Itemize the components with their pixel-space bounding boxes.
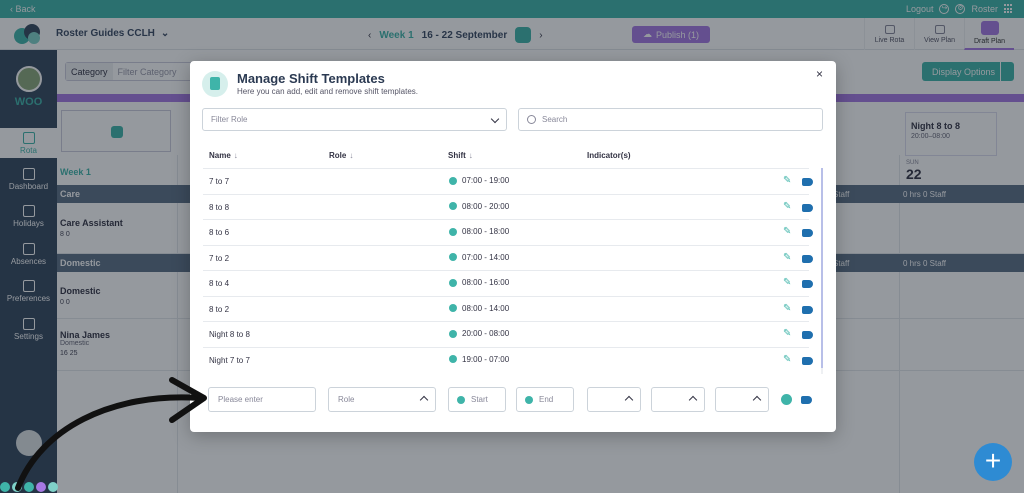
template-shift: 08:00 - 14:00 bbox=[449, 304, 509, 313]
indicator-select-1[interactable] bbox=[587, 387, 641, 412]
pencil-icon[interactable]: ✎ bbox=[783, 252, 791, 263]
clock-icon bbox=[449, 227, 457, 236]
delete-icon[interactable] bbox=[802, 203, 813, 212]
column-header-indicators: Indicator(s) bbox=[587, 151, 631, 160]
template-shift: 08:00 - 20:00 bbox=[449, 202, 509, 211]
shift-time: 07:00 - 19:00 bbox=[462, 176, 510, 185]
clock-icon bbox=[449, 329, 457, 338]
column-header-role[interactable]: Role ↓ bbox=[329, 151, 353, 160]
column-header-name[interactable]: Name ↓ bbox=[209, 151, 238, 160]
shift-time: 08:00 - 18:00 bbox=[462, 227, 510, 236]
clock-icon bbox=[449, 202, 457, 210]
chevron-up-icon bbox=[419, 395, 429, 405]
cancel-delete-icon[interactable] bbox=[801, 396, 812, 404]
shift-time: 20:00 - 08:00 bbox=[462, 329, 510, 338]
sort-arrow-icon: ↓ bbox=[349, 151, 354, 160]
table-row[interactable]: Night 8 to 8 20:00 - 08:00 ✎ bbox=[203, 321, 813, 347]
column-label: Name bbox=[209, 151, 231, 160]
table-row[interactable]: 7 to 7 07:00 - 19:00 ✎ bbox=[203, 168, 813, 194]
template-name: 8 to 6 bbox=[209, 228, 230, 237]
delete-icon[interactable] bbox=[802, 356, 813, 365]
new-template-role-select[interactable]: Role bbox=[328, 387, 436, 412]
clock-icon bbox=[449, 176, 457, 185]
table-row[interactable]: 8 to 8 08:00 - 20:00 ✎ bbox=[203, 193, 813, 220]
annotation-arrow-icon bbox=[15, 377, 207, 491]
template-shift: 07:00 - 19:00 bbox=[449, 176, 509, 185]
pencil-icon[interactable]: ✎ bbox=[783, 227, 791, 237]
chevron-down-icon bbox=[490, 114, 500, 124]
template-name: 8 to 4 bbox=[209, 279, 230, 288]
clock-icon bbox=[457, 395, 465, 404]
search-input[interactable]: Search bbox=[518, 108, 823, 131]
chevron-up-icon bbox=[752, 395, 762, 405]
delete-icon[interactable] bbox=[802, 178, 813, 186]
manage-shift-templates-modal: Manage Shift Templates Here you can add,… bbox=[190, 61, 836, 432]
delete-icon[interactable] bbox=[802, 305, 813, 314]
shift-time: 08:00 - 16:00 bbox=[462, 278, 510, 287]
modal-subtitle: Here you can add, edit and remove shift … bbox=[237, 87, 418, 96]
template-shift: 08:00 - 16:00 bbox=[449, 278, 509, 287]
chevron-up-icon bbox=[624, 395, 634, 405]
pencil-icon[interactable]: ✎ bbox=[783, 278, 791, 288]
role-placeholder: Role bbox=[338, 395, 355, 404]
table-row[interactable]: Night 7 to 7 19:00 - 07:00 ✎ bbox=[203, 346, 813, 373]
templates-table: 7 to 7 07:00 - 19:00 ✎ 8 to 8 08:00 - 20… bbox=[203, 168, 823, 374]
column-label: Shift bbox=[448, 151, 466, 160]
template-shift: 20:00 - 08:00 bbox=[449, 329, 509, 338]
filter-role-placeholder: Filter Role bbox=[211, 115, 248, 124]
template-name: Night 7 to 7 bbox=[209, 355, 250, 365]
template-name: 8 to 8 bbox=[209, 202, 230, 212]
delete-icon[interactable] bbox=[802, 229, 813, 237]
scrollbar-thumb[interactable] bbox=[821, 168, 823, 368]
shift-time: 08:00 - 20:00 bbox=[462, 201, 510, 211]
template-name: Night 8 to 8 bbox=[209, 330, 250, 339]
pencil-icon[interactable]: ✎ bbox=[783, 354, 791, 365]
chevron-up-icon bbox=[688, 395, 698, 405]
template-name: 8 to 2 bbox=[209, 304, 230, 314]
new-template-end-input[interactable]: End bbox=[516, 387, 574, 412]
table-row[interactable]: 7 to 2 07:00 - 14:00 ✎ bbox=[203, 244, 813, 271]
delete-icon[interactable] bbox=[802, 254, 813, 263]
sort-arrow-icon: ↓ bbox=[233, 151, 238, 160]
clock-icon bbox=[449, 355, 457, 363]
template-shift: 19:00 - 07:00 bbox=[449, 355, 509, 364]
template-name: 7 to 7 bbox=[209, 177, 230, 186]
column-label: Role bbox=[329, 151, 347, 160]
clock-icon bbox=[525, 395, 533, 404]
table-row[interactable]: 8 to 2 08:00 - 14:00 ✎ bbox=[203, 295, 813, 322]
template-name: 7 to 2 bbox=[209, 253, 230, 263]
shift-time: 19:00 - 07:00 bbox=[462, 354, 510, 364]
column-label: Indicator(s) bbox=[587, 151, 631, 160]
filter-role-select[interactable]: Filter Role bbox=[202, 108, 507, 131]
document-clock-icon bbox=[202, 71, 228, 97]
pencil-icon[interactable]: ✎ bbox=[783, 303, 791, 314]
pencil-icon[interactable]: ✎ bbox=[783, 176, 791, 186]
add-fab-button[interactable]: + bbox=[974, 443, 1012, 481]
clock-icon bbox=[449, 253, 457, 261]
modal-title: Manage Shift Templates bbox=[237, 71, 385, 86]
close-icon[interactable]: × bbox=[816, 67, 823, 81]
indicator-select-3[interactable] bbox=[715, 387, 769, 412]
template-shift: 07:00 - 14:00 bbox=[449, 253, 509, 262]
column-header-shift[interactable]: Shift ↓ bbox=[448, 151, 473, 160]
table-row[interactable]: 8 to 4 08:00 - 16:00 ✎ bbox=[203, 270, 813, 296]
start-placeholder: Start bbox=[471, 395, 488, 404]
new-template-start-input[interactable]: Start bbox=[448, 387, 506, 412]
pencil-icon[interactable]: ✎ bbox=[783, 329, 791, 339]
search-placeholder: Search bbox=[542, 115, 568, 124]
shift-time: 08:00 - 14:00 bbox=[462, 303, 510, 313]
clock-icon bbox=[449, 278, 457, 287]
template-shift: 08:00 - 18:00 bbox=[449, 227, 509, 236]
delete-icon[interactable] bbox=[802, 280, 813, 288]
clock-icon bbox=[449, 304, 457, 312]
end-placeholder: End bbox=[539, 395, 554, 404]
shift-time: 07:00 - 14:00 bbox=[462, 252, 510, 262]
indicator-select-2[interactable] bbox=[651, 387, 705, 412]
search-icon bbox=[527, 115, 536, 124]
sort-arrow-icon: ↓ bbox=[468, 151, 473, 160]
confirm-check-icon[interactable] bbox=[781, 394, 792, 405]
delete-icon[interactable] bbox=[802, 331, 813, 339]
table-row[interactable]: 8 to 6 08:00 - 18:00 ✎ bbox=[203, 219, 813, 245]
pencil-icon[interactable]: ✎ bbox=[783, 201, 791, 212]
